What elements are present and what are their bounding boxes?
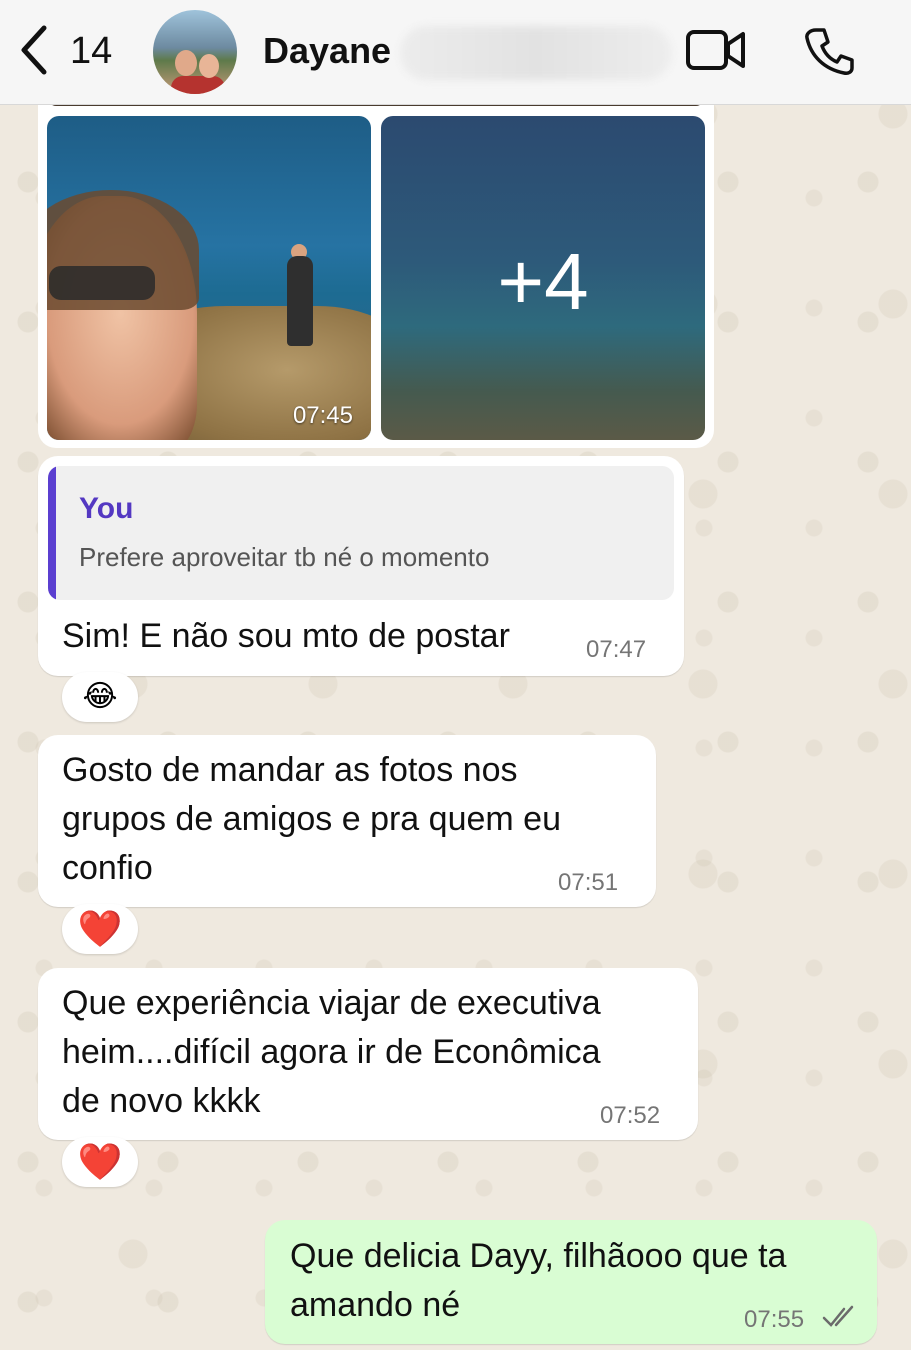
message-text: Que experiência viajar de executiva heim… bbox=[62, 979, 601, 1126]
back-chevron-icon bbox=[21, 25, 47, 75]
message-line: Que experiência viajar de executiva bbox=[62, 984, 601, 1022]
video-call-button[interactable] bbox=[686, 28, 746, 72]
message-line: Que delicia Dayy, filhãooo que ta bbox=[290, 1237, 787, 1275]
contact-name[interactable]: Dayane bbox=[263, 30, 391, 72]
message-line: heim....difícil agora ir de Econômica bbox=[62, 1033, 601, 1071]
video-call-icon bbox=[686, 30, 745, 70]
redacted-surname bbox=[400, 26, 672, 80]
more-photos-count: +4 bbox=[497, 237, 589, 326]
message-line: confio bbox=[62, 849, 153, 887]
reaction-laugh[interactable]: 😂 bbox=[62, 672, 138, 722]
quote-accent-bar bbox=[48, 466, 56, 600]
message-text: Que delicia Dayy, filhãooo que ta amando… bbox=[290, 1232, 786, 1330]
reaction-heart[interactable]: ❤️ bbox=[62, 1137, 138, 1187]
message-line: de novo kkkk bbox=[62, 1082, 261, 1120]
quote-author: You bbox=[79, 492, 134, 525]
quote-text: Prefere aproveitar tb né o momento bbox=[79, 542, 490, 572]
message-time: 07:45 bbox=[292, 402, 353, 429]
message-time: 07:51 bbox=[558, 869, 619, 896]
message-time: 07:47 bbox=[586, 636, 647, 663]
message-text: Gosto de mandar as fotos nos grupos de a… bbox=[62, 746, 561, 893]
unread-count[interactable]: 14 bbox=[70, 30, 112, 73]
chat-header: 14 Dayane bbox=[0, 0, 911, 105]
more-photos-thumbnail[interactable]: +4 bbox=[381, 116, 705, 440]
message-time: 07:55 bbox=[744, 1306, 805, 1333]
message-line: grupos de amigos e pra quem eu bbox=[62, 800, 561, 838]
message-line: amando né bbox=[290, 1286, 461, 1324]
photo-thumbnail[interactable]: 07:45 bbox=[47, 116, 371, 440]
message-line: Gosto de mandar as fotos nos bbox=[62, 751, 518, 789]
message-time: 07:52 bbox=[600, 1102, 661, 1129]
back-button[interactable] bbox=[16, 22, 76, 82]
double-check-icon bbox=[822, 1305, 854, 1327]
reaction-heart[interactable]: ❤️ bbox=[62, 904, 138, 954]
avatar[interactable] bbox=[153, 10, 237, 94]
voice-call-button[interactable] bbox=[804, 26, 854, 76]
phone-call-icon bbox=[805, 28, 854, 75]
message-text: Sim! E não sou mto de postar bbox=[62, 617, 510, 655]
quoted-message[interactable]: You Prefere aproveitar tb né o momento bbox=[48, 466, 674, 600]
